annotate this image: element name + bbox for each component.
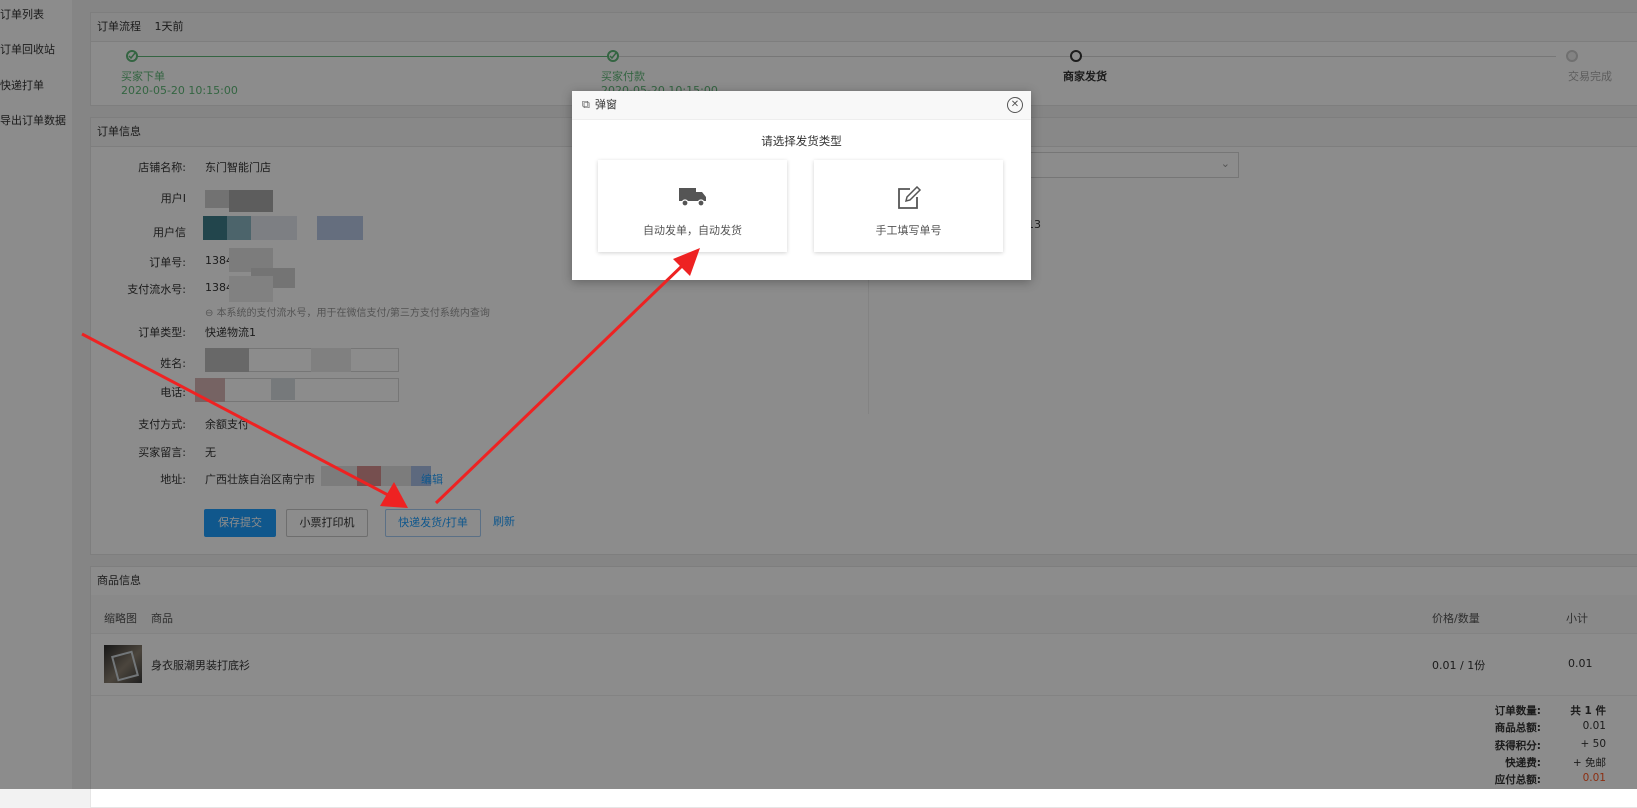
manual-ship-option[interactable]: 手工填写单号 xyxy=(814,160,1003,252)
modal-title: 弹窗 xyxy=(595,98,617,111)
truck-icon xyxy=(679,188,706,207)
auto-ship-option[interactable]: 自动发单，自动发货 xyxy=(598,160,787,252)
edit-icon xyxy=(898,186,922,209)
modal-header: ⧉ 弹窗 ✕ xyxy=(572,91,1031,120)
close-icon[interactable]: ✕ xyxy=(1007,97,1023,113)
ship-type-modal: ⧉ 弹窗 ✕ 请选择发货类型 自动发单，自动发货 手工填写单号 xyxy=(572,91,1031,280)
auto-ship-label: 自动发单，自动发货 xyxy=(643,224,742,237)
manual-ship-label: 手工填写单号 xyxy=(875,224,942,237)
window-icon: ⧉ xyxy=(582,98,590,111)
modal-prompt: 请选择发货类型 xyxy=(761,134,842,148)
